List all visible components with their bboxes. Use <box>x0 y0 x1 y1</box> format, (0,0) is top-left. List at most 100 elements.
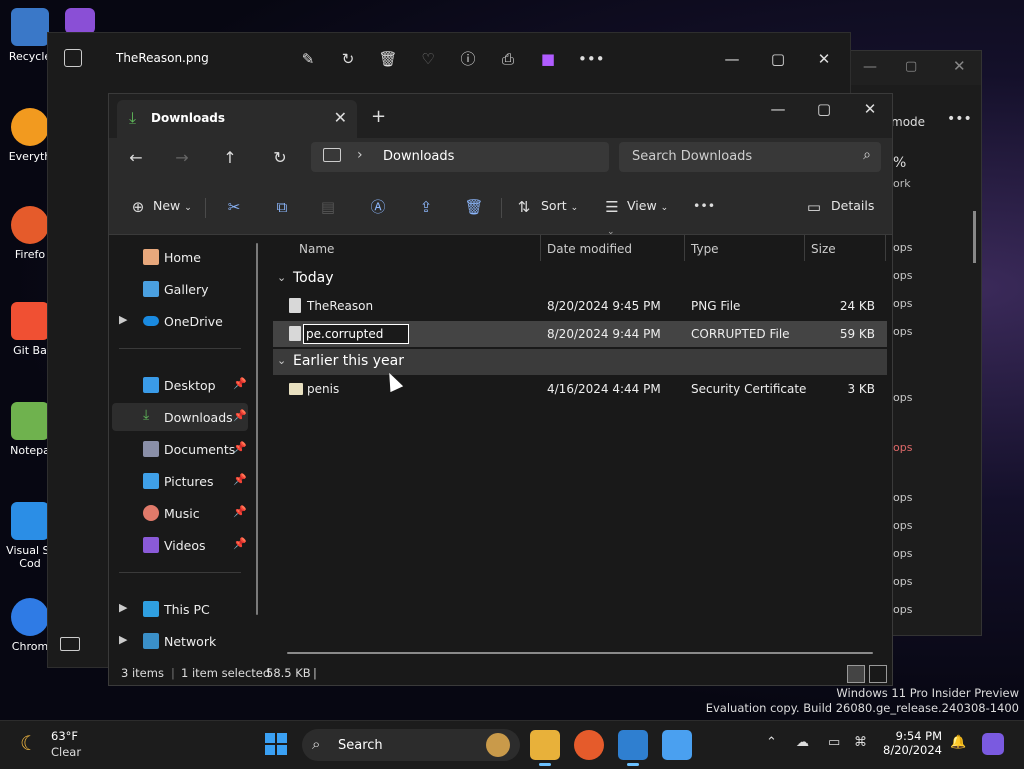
more-icon[interactable]: ••• <box>578 49 605 69</box>
moon-icon[interactable]: ☾ <box>20 731 38 755</box>
sidebar-item-music[interactable]: Music 📌 <box>109 499 249 527</box>
refresh-icon[interactable]: ↻ <box>267 148 293 167</box>
file-date: 8/20/2024 9:45 PM <box>547 299 661 313</box>
sidebar-item-this-pc[interactable]: ▶ This PC <box>109 595 249 623</box>
minimize-icon[interactable]: — <box>763 100 793 118</box>
maximize-icon[interactable]: ▢ <box>809 100 839 118</box>
chevron-right-icon[interactable]: ▶ <box>119 313 127 326</box>
copilot-icon[interactable] <box>982 733 1004 755</box>
minimize-icon[interactable]: — <box>863 59 877 75</box>
display-icon[interactable]: ▭ <box>828 735 840 750</box>
sidebar-item-desktop[interactable]: Desktop 📌 <box>109 371 249 399</box>
search-input[interactable]: Search Downloads ⌕ <box>619 142 881 172</box>
network-icon[interactable]: ⌘ <box>854 735 867 750</box>
background-scrollbar[interactable] <box>973 211 976 263</box>
rename-input[interactable] <box>303 324 409 344</box>
favorite-icon[interactable]: ♡ <box>418 49 438 69</box>
close-icon[interactable]: ✕ <box>814 49 834 69</box>
delete-icon[interactable]: 🗑 <box>378 49 398 69</box>
maximize-icon[interactable]: ▢ <box>905 59 917 74</box>
column-header-date[interactable]: Date modified <box>547 242 632 256</box>
sidebar-item-home[interactable]: Home <box>109 243 249 271</box>
pin-icon[interactable]: 📌 <box>233 441 247 454</box>
rename-icon[interactable]: Ⓐ <box>367 196 389 218</box>
file-row[interactable]: TheReason 8/20/2024 9:45 PM PNG File 24 … <box>273 293 887 319</box>
rotate-icon[interactable]: ↻ <box>338 49 358 69</box>
pin-icon[interactable]: 📌 <box>233 473 247 486</box>
watermark-line-2: Evaluation copy. Build 26080.ge_release.… <box>705 701 1019 715</box>
tiles-view-icon[interactable] <box>869 665 887 683</box>
group-header-today[interactable]: ⌄ Today <box>273 266 887 292</box>
sidebar-scrollbar[interactable] <box>256 243 258 615</box>
new-tab-icon[interactable]: + <box>371 106 386 127</box>
firefox-taskbar-icon[interactable] <box>574 730 604 760</box>
breadcrumb[interactable]: Downloads <box>383 149 454 164</box>
details-button[interactable]: Details <box>831 198 874 213</box>
clock[interactable]: 9:54 PM 8/20/2024 <box>870 729 942 757</box>
tab-downloads[interactable]: ⤓ Downloads ✕ <box>117 100 357 138</box>
horizontal-scrollbar[interactable] <box>287 652 873 654</box>
back-icon[interactable]: ← <box>123 148 149 167</box>
paint-taskbar-icon[interactable] <box>662 730 692 760</box>
address-bar[interactable]: › Downloads <box>311 142 609 172</box>
close-tab-icon[interactable]: ✕ <box>334 108 347 127</box>
forward-icon[interactable]: → <box>169 148 195 167</box>
sidebar-item-onedrive[interactable]: ▶ OneDrive <box>109 307 249 335</box>
sidebar-item-gallery[interactable]: Gallery <box>109 275 249 303</box>
file-explorer-taskbar-icon[interactable] <box>530 730 560 766</box>
more-button[interactable]: ••• <box>693 198 715 213</box>
start-button[interactable] <box>265 733 287 755</box>
info-icon[interactable]: ⓘ <box>458 49 478 69</box>
share-icon[interactable]: ⇪ <box>415 196 437 218</box>
file-row-selected[interactable]: 8/20/2024 9:44 PM CORRUPTED File 59 KB <box>273 321 887 347</box>
copy-icon[interactable]: ⧉ <box>271 196 293 218</box>
recycle-bin-icon <box>11 8 49 46</box>
file-size: 3 KB <box>847 382 875 396</box>
cut-icon[interactable]: ✂ <box>223 196 245 218</box>
chevron-right-icon[interactable]: ▶ <box>119 601 127 614</box>
column-header-name[interactable]: Name <box>299 242 334 256</box>
navigation-bar: ← → ↑ ↻ › Downloads Search Downloads ⌕ <box>109 138 892 182</box>
taskbar-search[interactable]: ⌕ Search <box>302 729 520 761</box>
chevron-up-icon[interactable]: ⌃ <box>766 735 777 750</box>
onedrive-offline-icon[interactable]: ☁ <box>796 735 809 750</box>
close-icon[interactable]: ✕ <box>855 100 885 118</box>
pin-icon[interactable]: 📌 <box>233 505 247 518</box>
pin-icon[interactable]: 📌 <box>233 409 247 422</box>
clipchamp-icon[interactable]: ■ <box>538 49 558 69</box>
pin-icon[interactable]: 📌 <box>233 377 247 390</box>
paste-icon[interactable]: ▤ <box>317 196 339 218</box>
filmstrip-icon[interactable] <box>60 637 80 651</box>
column-header-size[interactable]: Size <box>811 242 836 256</box>
chevron-right-icon[interactable]: ▶ <box>119 633 127 646</box>
more-icon[interactable]: ••• <box>947 111 972 127</box>
column-header-type[interactable]: Type <box>691 242 719 256</box>
sort-button[interactable]: Sort ⌄ <box>541 198 578 213</box>
edit-icon[interactable]: ✎ <box>298 49 318 69</box>
divider: | <box>313 666 317 680</box>
notification-bell-icon[interactable]: 🔔 <box>950 735 966 750</box>
minimize-icon[interactable]: — <box>722 49 742 69</box>
maximize-icon[interactable]: ▢ <box>768 49 788 69</box>
details-view-icon[interactable] <box>847 665 865 683</box>
close-icon[interactable]: ✕ <box>953 57 966 75</box>
file-row[interactable]: penis 4/16/2024 4:44 PM Security Certifi… <box>273 376 887 402</box>
photos-taskbar-icon[interactable] <box>618 730 648 766</box>
sidebar-item-network[interactable]: ▶ Network <box>109 627 249 655</box>
pin-icon[interactable]: 📌 <box>233 537 247 550</box>
sidebar-item-pictures[interactable]: Pictures 📌 <box>109 467 249 495</box>
weather-condition[interactable]: Clear <box>51 745 81 759</box>
weather-temperature[interactable]: 63°F <box>51 729 78 743</box>
mode-label[interactable]: mode <box>891 115 925 129</box>
bg-row: ops <box>893 325 913 338</box>
delete-icon[interactable]: 🗑 <box>463 196 485 218</box>
sidebar-item-videos[interactable]: Videos 📌 <box>109 531 249 559</box>
sidebar-item-documents[interactable]: Documents 📌 <box>109 435 249 463</box>
up-icon[interactable]: ↑ <box>217 148 243 167</box>
chevron-right-icon[interactable]: › <box>357 147 363 163</box>
print-icon[interactable]: ⎙ <box>498 49 518 69</box>
view-button[interactable]: View ⌄ <box>627 198 668 213</box>
sidebar-item-downloads[interactable]: ⤓ Downloads 📌 <box>112 403 248 431</box>
new-button[interactable]: New ⌄ <box>153 198 192 213</box>
group-header-earlier[interactable]: ⌄ Earlier this year <box>273 349 887 375</box>
